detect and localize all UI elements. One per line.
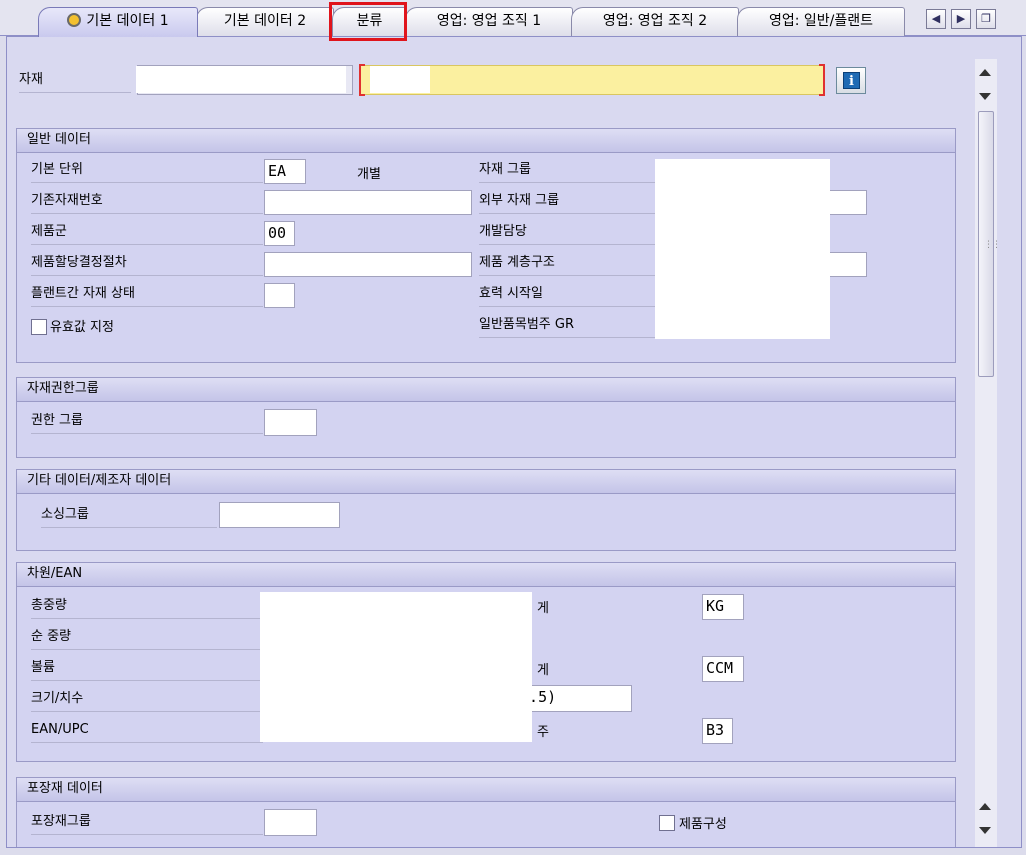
other-data-group: 기타 데이터/제조자 데이터 소싱그룹 <box>16 469 956 551</box>
x-plant-status-field[interactable] <box>264 283 295 308</box>
tab-sales-general-plant[interactable]: 영업: 일반/플랜트 <box>737 7 905 36</box>
old-material-number-label: 기존자재번호 <box>31 192 263 214</box>
old-material-number-field[interactable] <box>264 190 472 215</box>
validity-label: 유효값 지정 <box>50 320 114 335</box>
tab-label: 기본 데이터 1 <box>86 13 169 29</box>
required-bracket-left <box>359 64 365 96</box>
size-dimensions-label: 크기/치수 <box>31 690 263 712</box>
base-unit-field[interactable]: EA <box>264 159 306 184</box>
dimensions-ean-title: 차원/EAN <box>17 563 955 587</box>
scroll-down-icon[interactable] <box>979 93 991 100</box>
tab-sales-org-2[interactable]: 영업: 영업 조직 2 <box>571 7 739 36</box>
scroll-page-up-icon[interactable] <box>979 803 991 810</box>
product-composition-checkbox[interactable] <box>659 815 675 831</box>
product-allocation-field[interactable] <box>264 252 472 277</box>
product-hierarchy-label: 제품 계층구조 <box>479 254 657 276</box>
weight-unit-label: 게 <box>537 601 549 616</box>
general-data-title: 일반 데이터 <box>17 129 955 153</box>
division-field[interactable]: 00 <box>264 221 295 246</box>
tab-label: 영업: 영업 조직 1 <box>436 13 542 29</box>
tab-basic-data-2[interactable]: 기본 데이터 2 <box>196 7 334 36</box>
auth-group-label: 권한 그룹 <box>31 412 263 434</box>
auth-group-group: 자재권한그룹 권한 그룹 <box>16 377 956 458</box>
tab-label: 영업: 영업 조직 2 <box>602 13 708 29</box>
scroll-grip-icon: ⋮⋮ <box>984 240 1001 250</box>
product-allocation-label: 제품할당결정절차 <box>31 254 263 276</box>
scroll-up-icon[interactable] <box>979 69 991 76</box>
vertical-scrollbar[interactable]: ⋮⋮ <box>975 59 1001 847</box>
general-item-category-label: 일반품목범주 GR <box>479 316 657 338</box>
packaging-data-title: 포장재 데이터 <box>17 778 955 802</box>
gross-weight-label: 총중량 <box>31 597 263 619</box>
scroll-page-down-icon[interactable] <box>979 827 991 834</box>
volume-unit-label: 게 <box>537 663 549 678</box>
x-plant-status-label: 플랜트간 자재 상태 <box>31 285 263 307</box>
auth-group-title: 자재권한그룹 <box>17 378 955 402</box>
ean-category-field[interactable]: B3 <box>702 718 733 744</box>
redaction-block <box>260 592 532 742</box>
packaging-data-group: 포장재 데이터 포장재그룹 제품구성 <box>16 777 956 847</box>
ext-material-group-label: 외부 자재 그룹 <box>479 192 657 214</box>
redaction-block <box>370 66 430 93</box>
redaction-block <box>136 66 346 93</box>
tab-list-icon[interactable]: ❐ <box>976 9 996 29</box>
tab-classification[interactable]: 분류 <box>332 7 407 36</box>
info-icon: i <box>843 72 860 89</box>
volume-unit-field[interactable]: CCM <box>702 656 744 682</box>
info-button[interactable]: i <box>836 67 866 94</box>
material-label: 자재 <box>19 71 131 93</box>
tab-status-icon <box>67 13 82 27</box>
required-bracket-right <box>819 64 825 96</box>
material-group-label: 자재 그룹 <box>479 161 657 183</box>
redaction-block <box>655 159 830 339</box>
sourcing-group-label: 소싱그룹 <box>41 506 217 528</box>
tab-scroll-right-icon[interactable]: ▶ <box>951 9 971 29</box>
sourcing-group-field[interactable] <box>219 502 340 528</box>
tab-label: 분류 <box>356 13 383 29</box>
weight-unit-field[interactable]: KG <box>702 594 744 620</box>
tab-label: 영업: 일반/플랜트 <box>768 13 874 29</box>
auth-group-field[interactable] <box>264 409 317 436</box>
validity-checkbox[interactable] <box>31 319 47 335</box>
tab-basic-data-1[interactable]: 기본 데이터 1 <box>38 7 198 37</box>
tab-bar: 기본 데이터 1 기본 데이터 2 분류 영업: 영업 조직 1 영업: 영업 … <box>0 0 1026 37</box>
base-unit-text: 개별 <box>357 167 381 182</box>
lab-office-label: 개발담당 <box>479 223 657 245</box>
valid-from-label: 효력 시작일 <box>479 285 657 307</box>
packaging-group-label: 포장재그룹 <box>31 813 263 835</box>
volume-label: 볼륨 <box>31 659 263 681</box>
packaging-group-field[interactable] <box>264 809 317 836</box>
tab-sales-org-1[interactable]: 영업: 영업 조직 1 <box>405 7 573 36</box>
other-data-title: 기타 데이터/제조자 데이터 <box>17 470 955 494</box>
ean-upc-label: EAN/UPC <box>31 721 263 743</box>
division-label: 제품군 <box>31 223 263 245</box>
tab-scroll-left-icon[interactable]: ◀ <box>926 9 946 29</box>
ean-category-label: 주 <box>537 725 549 740</box>
base-unit-label: 기본 단위 <box>31 161 263 183</box>
scroll-thumb[interactable]: ⋮⋮ <box>978 111 1001 377</box>
tab-label: 기본 데이터 2 <box>223 13 307 29</box>
net-weight-label: 순 중량 <box>31 628 263 650</box>
product-composition-label: 제품구성 <box>679 817 727 832</box>
